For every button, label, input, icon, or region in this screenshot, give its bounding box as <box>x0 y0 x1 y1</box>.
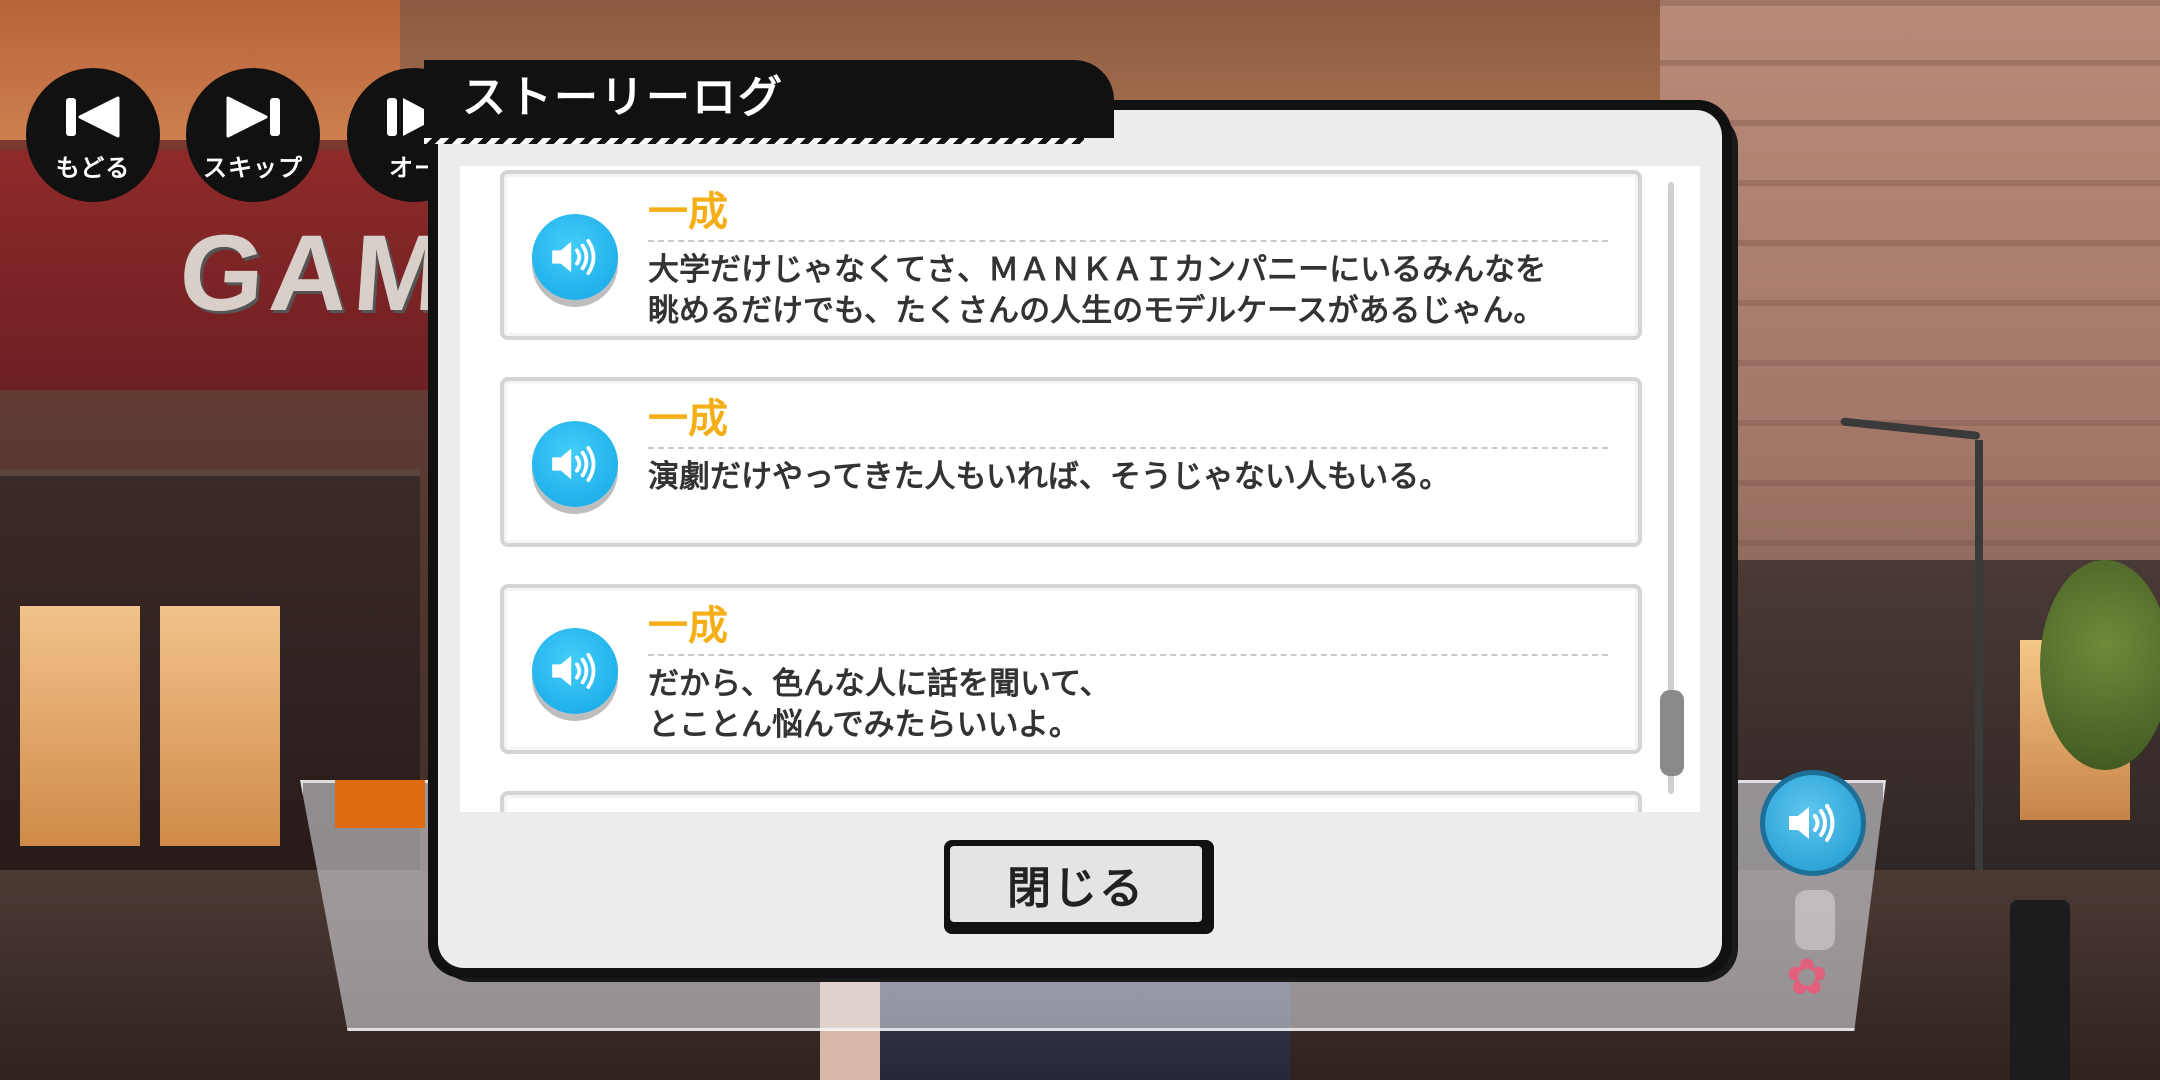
log-speaker-name: 一成 <box>648 189 728 235</box>
log-text: 演劇だけやってきた人もいれば、そうじゃない人もいる。 <box>648 459 1451 495</box>
log-entry-partial <box>500 791 1642 812</box>
voice-replay-button[interactable] <box>532 214 618 300</box>
dialog-title: ストーリーログ <box>462 72 784 123</box>
street-lamp-pole <box>1975 440 1983 880</box>
skip-button-label: スキップ <box>203 153 303 182</box>
storefront-window <box>20 606 140 846</box>
speaker-icon <box>552 652 596 690</box>
skip-button[interactable]: スキップ <box>186 68 320 202</box>
sakura-icon: ✿ <box>1786 948 1828 1006</box>
log-speaker-name: 一成 <box>648 603 728 649</box>
message-voice-button[interactable] <box>1760 770 1866 876</box>
back-button[interactable]: もどる <box>26 68 160 202</box>
close-button[interactable]: 閉じる <box>944 840 1214 934</box>
back-button-label: もどる <box>55 153 131 182</box>
story-log-list[interactable]: 一成 大学だけじゃなくてさ、ＭＡＮＫＡＩカンパニーにいるみんなを 眺めるだけでも… <box>460 166 1700 812</box>
log-divider <box>648 654 1608 656</box>
close-button-label: 閉じる <box>950 846 1202 922</box>
voice-replay-button[interactable] <box>532 421 618 507</box>
log-entry: 一成 だから、色んな人に話を聞いて、 とことん悩んでみたらいいよ。 <box>500 584 1642 754</box>
scrollbar-thumb[interactable] <box>1660 690 1684 776</box>
skip-icon <box>226 96 280 137</box>
log-text: だから、色んな人に話を聞いて、 とことん悩んでみたらいいよ。 <box>648 666 1111 743</box>
bollard <box>2010 900 2070 1080</box>
log-entry: 一成 大学だけじゃなくてさ、ＭＡＮＫＡＩカンパニーにいるみんなを 眺めるだけでも… <box>500 170 1642 340</box>
message-window-handle <box>1795 890 1835 950</box>
rewind-icon <box>66 96 120 137</box>
log-divider <box>648 447 1608 449</box>
voice-replay-button[interactable] <box>532 628 618 714</box>
speaker-icon <box>1789 804 1835 842</box>
building-sign-text: GAM <box>175 212 455 333</box>
log-divider <box>648 240 1608 242</box>
log-text: 大学だけじゃなくてさ、ＭＡＮＫＡＩカンパニーにいるみんなを 眺めるだけでも、たく… <box>648 252 1547 329</box>
message-speaker-plate <box>335 780 425 828</box>
log-speaker-name: 一成 <box>648 396 728 442</box>
speaker-icon <box>552 445 596 483</box>
tree <box>2040 560 2160 770</box>
storefront-window <box>160 606 280 846</box>
speaker-icon <box>552 238 596 276</box>
log-entry: 一成 演劇だけやってきた人もいれば、そうじゃない人もいる。 <box>500 377 1642 547</box>
